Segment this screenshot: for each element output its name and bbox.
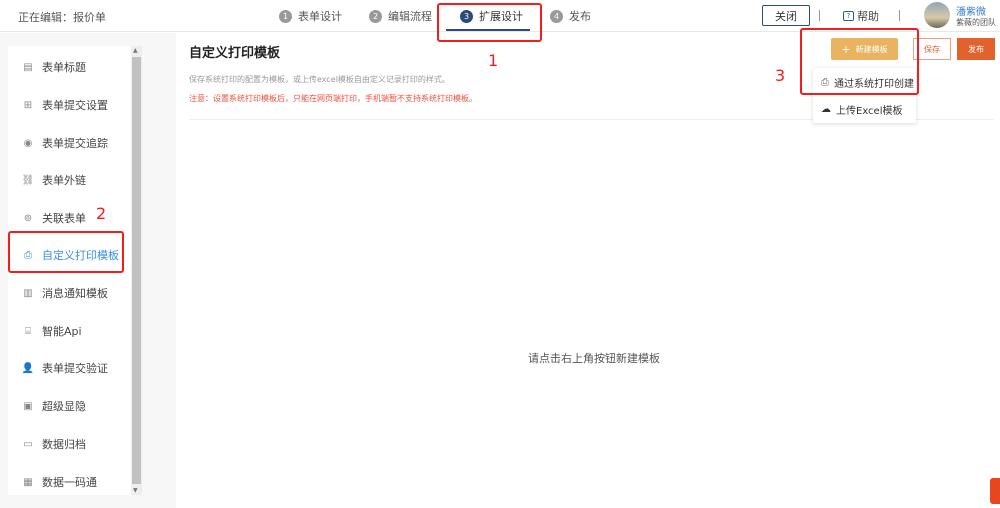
sidebar-item-super-visibility[interactable]: ▣ 超级显隐 [22,398,86,414]
menu-item-label: 上传Excel模板 [836,106,903,117]
sidebar-item-label: 表单提交设置 [42,99,108,112]
editing-prefix: 正在编辑： [18,11,73,24]
divider [819,10,820,21]
scrollbar-thumb[interactable] [132,57,141,484]
file-plus-icon: ⊞ [23,99,33,111]
copy-icon: ▥ [23,287,33,299]
sidebar-item-label: 表单外链 [42,174,86,187]
sidebar-item-form-title[interactable]: ▤ 表单标题 [22,59,86,75]
step-form-design[interactable]: 1 表单设计 [279,8,342,24]
menu-item-upload-excel[interactable]: ☁ 上传Excel模板 [821,102,903,117]
presentation-icon: ⌸ [25,325,31,337]
annotation-box-tab [437,3,542,42]
close-button[interactable]: 关闭 [762,5,810,26]
sidebar-item-related-form[interactable]: ⊚ 关联表单 [22,210,86,226]
sidebar-item-external-link[interactable]: ⛓ 表单外链 [22,172,86,188]
annotation-box-sidebar [8,231,124,273]
step-edit-flow[interactable]: 2 编辑流程 [369,8,432,24]
step-publish[interactable]: 4 发布 [550,8,591,24]
sidebar-item-label: 表单提交验证 [42,362,108,375]
sidebar-item-label: 数据一码通 [42,476,97,489]
sidebar-item-label: 超级显隐 [42,400,86,413]
step-label: 发布 [569,10,591,23]
annotation-number: 3 [775,66,786,85]
team-name: 紫薇的团队 [956,18,996,27]
sidebar-item-submit-tracking[interactable]: ◉ 表单提交追踪 [22,135,108,151]
eye-icon: ◉ [23,137,33,149]
sidebar-item-label: 表单标题 [42,61,86,74]
sidebar-item-submit-validation[interactable]: 👤 表单提交验证 [22,360,108,376]
grid-icon: ▦ [23,476,33,488]
document-icon: ▤ [23,61,33,73]
publish-button[interactable]: 发布 [957,38,995,60]
empty-state-text: 请点击右上角按钮新建模板 [528,352,660,365]
link-icon: ⛓ [21,174,35,186]
scroll-up-icon[interactable]: ▲ [133,47,138,54]
step-label: 编辑流程 [388,10,432,23]
page-title: 自定义打印模板 [189,46,281,61]
help-icon: ? [843,11,854,21]
toggle-box-icon: ▣ [23,400,33,412]
editing-label: 正在编辑：报价单 [18,9,106,25]
divider [899,10,900,21]
scroll-down-icon[interactable]: ▼ [133,487,138,494]
page-warning: 注意：设置系统打印模板后，只能在网页端打印，手机端暂不支持系统打印模板。 [189,94,477,103]
step-label: 表单设计 [298,10,342,23]
form-name: 报价单 [73,11,106,24]
sidebar-item-label: 表单提交追踪 [42,137,108,150]
sidebar-item-data-archive[interactable]: ▭ 数据归档 [22,436,86,452]
step-number: 1 [279,9,292,23]
sidebar-item-label: 关联表单 [42,212,86,225]
annotation-box-menu [800,28,919,95]
annotation-number: 1 [488,51,499,70]
sidebar-item-data-code[interactable]: ▦ 数据一码通 [22,474,97,490]
sidebar-item-smart-api[interactable]: ⌸ 智能Api [22,323,82,339]
related-icon: ⊚ [23,212,33,224]
step-number: 4 [550,9,563,23]
help-button[interactable]: ? 帮助 [843,8,879,24]
user-icon: 👤 [21,362,35,374]
step-number: 2 [369,9,382,23]
sidebar-item-label: 消息通知模板 [42,287,108,300]
annotation-number: 2 [96,204,107,223]
user-name[interactable]: 潘紫微 [956,3,986,18]
feedback-tab[interactable] [990,478,1000,504]
sidebar-item-message-template[interactable]: ▥ 消息通知模板 [22,285,108,301]
folder-icon: ▭ [23,438,33,450]
page-description: 保存系统打印的配置为模板，或上传excel模板自由定义记录打印的样式。 [189,75,450,84]
sidebar-item-label: 智能Api [42,325,82,338]
sidebar-item-submit-settings[interactable]: ⊞ 表单提交设置 [22,97,108,113]
avatar[interactable] [924,2,950,28]
help-label: 帮助 [857,10,879,23]
cloud-upload-icon: ☁ [821,104,831,115]
sidebar-item-label: 数据归档 [42,438,86,451]
